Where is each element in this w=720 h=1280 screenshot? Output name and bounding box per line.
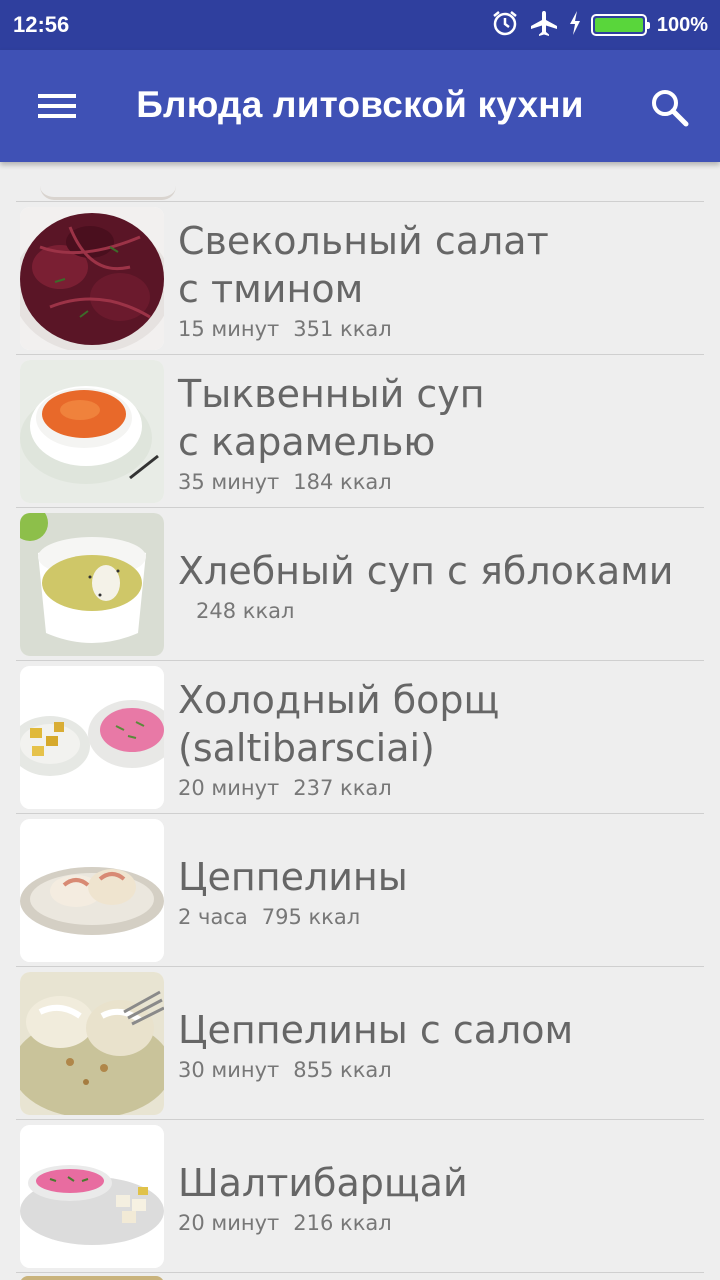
recipe-time: 15 минут: [178, 316, 280, 341]
recipe-calories: 855 ккал: [293, 1057, 392, 1082]
recipe-name: Холодный борщ (saltibarsciai): [178, 677, 500, 770]
recipe-time: 30 минут: [178, 1057, 280, 1082]
recipe-meta: 15 минут 351 ккал: [178, 317, 696, 341]
page-title: Блюда литовской кухни: [136, 84, 584, 125]
list-item[interactable]: Шалтибарщай 20 минут 216 ккал: [16, 1120, 704, 1273]
recipe-time: 2 часа: [178, 904, 248, 929]
recipe-meta: 20 минут 237 ккал: [178, 776, 696, 800]
partial-list-item: [16, 162, 704, 202]
cepelinai-with-lard-image: [20, 972, 164, 1115]
list-item[interactable]: Цеппелины 2 часа 795 ккал: [16, 814, 704, 967]
status-time: 12:56: [13, 12, 70, 37]
recipe-name: Цеппелины: [178, 854, 408, 899]
battery-icon: [590, 14, 650, 36]
recipe-name: Свекольный салат с тмином: [178, 218, 549, 311]
recipe-calories: 351 ккал: [293, 316, 392, 341]
recipe-calories: 248 ккал: [196, 598, 295, 623]
recipe-meta: 20 минут 216 ккал: [178, 1211, 696, 1235]
recipe-time: 20 минут: [178, 775, 280, 800]
recipe-name: Цеппелины с салом: [178, 1007, 574, 1052]
status-icons: 100%: [491, 9, 708, 41]
list-item[interactable]: Холодный борщ (saltibarsciai) 20 минут 237…: [16, 661, 704, 814]
recipe-meta: 2 часа 795 ккал: [178, 905, 696, 929]
alarm-icon: [491, 9, 519, 42]
cepelinai-image: [20, 819, 164, 962]
airplane-mode-icon: [529, 9, 559, 42]
recipe-time: 35 минут: [178, 469, 280, 494]
cold-borscht-image: [20, 666, 164, 809]
recipe-name: Шалтибарщай: [178, 1160, 468, 1205]
recipe-meta: 30 минут 855 ккал: [178, 1058, 696, 1082]
recipe-meta: 248 ккал: [178, 599, 696, 623]
recipe-list[interactable]: Свекольный салат с тмином 15 минут 351 кка…: [0, 162, 720, 1280]
list-item[interactable]: Хлебный суп с яблоками 248 ккал: [16, 508, 704, 661]
saltibarsciai-image: [20, 1125, 164, 1268]
status-bar: 12:56 100%: [0, 0, 720, 50]
list-item[interactable]: Тыквенный суп с карамелью 35 минут 184 кка…: [16, 355, 704, 508]
recipe-name: Хлебный суп с яблоками: [178, 548, 674, 593]
battery-percent: 100%: [656, 13, 708, 36]
bread-soup-image: [20, 513, 164, 656]
battery-level-fill: [594, 18, 643, 32]
pumpkin-soup-image: [20, 360, 164, 503]
recipe-time: 20 минут: [178, 1210, 280, 1235]
recipe-calories: 237 ккал: [293, 775, 392, 800]
recipe-calories: 184 ккал: [293, 469, 392, 494]
search-icon[interactable]: [648, 86, 692, 130]
list-item[interactable]: Свекольный салат с тмином 15 минут 351 кка…: [16, 202, 704, 355]
recipe-calories: 795 ккал: [261, 904, 361, 929]
charging-icon: [569, 10, 581, 40]
recipe-meta: 35 минут 184 ккал: [178, 470, 696, 494]
recipe-name: Тыквенный суп с карамелью: [178, 371, 485, 464]
plate-edge-image: [40, 186, 176, 200]
partial-list-item-image: [20, 1276, 164, 1280]
beet-salad-image: [20, 207, 164, 350]
app-bar: Блюда литовской кухни: [0, 50, 720, 162]
list-item[interactable]: Цеппелины с салом 30 минут 855 ккал: [16, 967, 704, 1120]
recipe-calories: 216 ккал: [293, 1210, 392, 1235]
